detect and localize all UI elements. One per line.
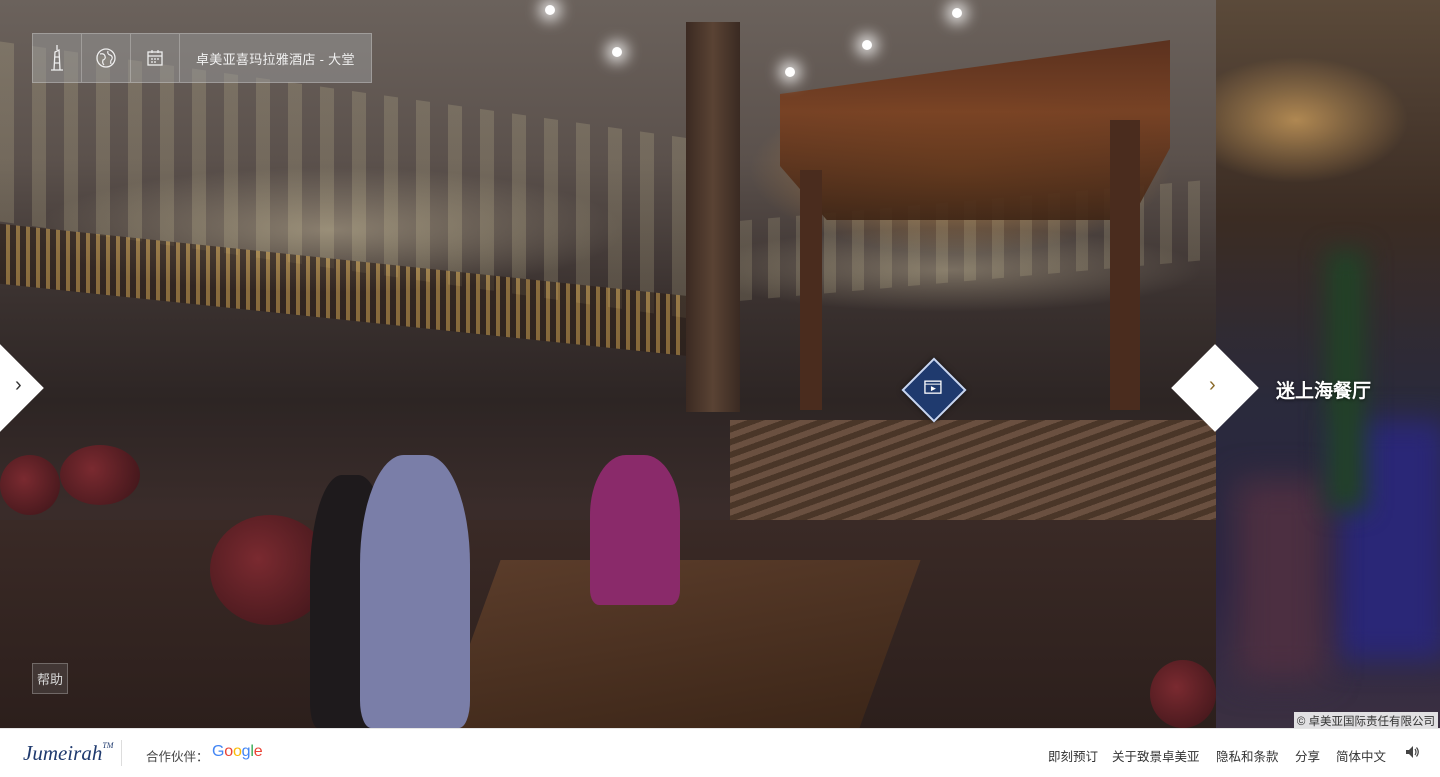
stage-pillar — [800, 170, 822, 410]
about-link[interactable]: 关于致景卓美亚 — [1112, 746, 1200, 765]
tea-table — [439, 560, 921, 728]
speaker-icon[interactable] — [1404, 744, 1420, 765]
video-icon — [924, 379, 942, 400]
ceiling-light — [862, 40, 872, 50]
privacy-terms-link[interactable]: 隐私和条款 — [1216, 746, 1279, 765]
ceiling-light — [545, 5, 555, 15]
diamond-shape — [0, 344, 44, 432]
prev-scene-button[interactable]: › — [0, 344, 44, 432]
ceiling-light — [612, 47, 622, 57]
video-icon-glyph — [924, 380, 942, 394]
top-toolbar: 卓美亚喜玛拉雅酒店 - 大堂 — [32, 33, 372, 83]
lounge-chair — [0, 455, 60, 515]
tower-icon-glyph — [51, 45, 63, 71]
google-letter: o — [232, 743, 242, 760]
ceiling-light — [785, 67, 795, 77]
brand-trademark: TM — [102, 741, 114, 750]
globe-icon-glyph — [96, 48, 116, 68]
lounge-chair — [60, 445, 140, 505]
tea-host — [590, 455, 680, 605]
google-logo[interactable]: Google — [212, 743, 263, 761]
brand-name: Jumeirah — [23, 741, 103, 765]
blur-shape — [1236, 480, 1326, 680]
speaker-icon-glyph — [1406, 746, 1419, 758]
chevron-right-icon: › — [1209, 374, 1216, 396]
globe-icon[interactable] — [82, 34, 131, 82]
next-scene-button[interactable]: › — [1171, 344, 1259, 432]
divider — [121, 740, 122, 766]
help-button[interactable]: 帮助 — [32, 663, 69, 694]
google-letter: G — [212, 743, 225, 760]
lounge-chair — [1150, 660, 1216, 728]
share-link[interactable]: 分享 — [1295, 746, 1320, 765]
partner-label: 合作伙伴： — [146, 750, 209, 764]
guest-man — [360, 455, 470, 728]
stage-pillar — [1110, 120, 1140, 410]
jumeirah-logo[interactable]: JumeirahTM — [23, 741, 113, 766]
calendar-icon[interactable] — [131, 34, 180, 82]
next-scene-label[interactable]: 迷上海餐厅 — [1276, 376, 1371, 403]
google-letter: o — [224, 743, 233, 760]
column — [686, 22, 740, 412]
google-letter: e — [253, 743, 263, 760]
chevron-right-icon: › — [15, 374, 22, 396]
footer-bar: JumeirahTM 合作伙伴： Google 即刻预订 关于致景卓美亚 隐私和… — [0, 728, 1440, 777]
location-title: 卓美亚喜玛拉雅酒店 - 大堂 — [196, 51, 355, 67]
tower-icon[interactable] — [33, 34, 82, 82]
language-selector[interactable]: 简体中文 — [1336, 746, 1386, 765]
ceiling-light — [952, 8, 962, 18]
book-now-link[interactable]: 即刻预订 — [1048, 746, 1098, 765]
calendar-icon-glyph — [147, 50, 163, 66]
panorama-view[interactable] — [0, 0, 1216, 728]
